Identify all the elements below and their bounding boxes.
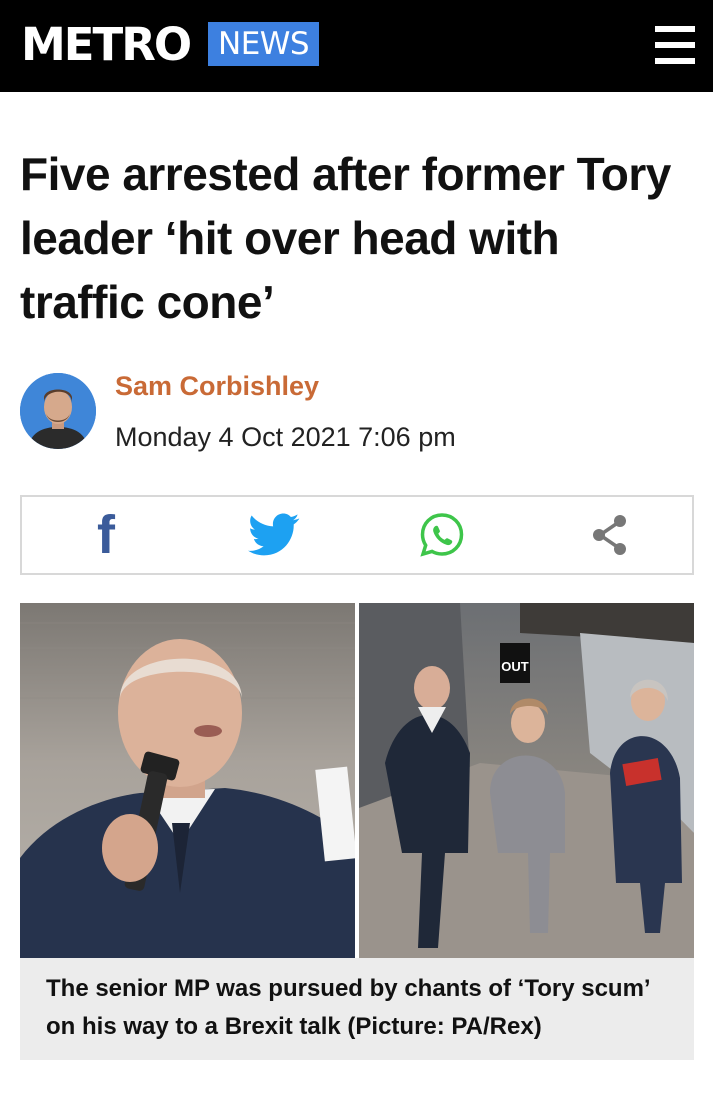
generic-share-button[interactable]	[550, 497, 670, 573]
facebook-share-button[interactable]: f	[46, 497, 166, 573]
author-photo	[20, 373, 96, 449]
article-photo-composite: OUT	[20, 603, 694, 958]
whatsapp-share-button[interactable]	[382, 497, 502, 573]
hamburger-menu-icon[interactable]	[655, 26, 695, 64]
share-icon	[593, 515, 626, 555]
metro-logo[interactable]: METRO	[21, 19, 192, 71]
twitter-share-button[interactable]	[214, 497, 334, 573]
section-badge-news[interactable]: NEWS	[208, 22, 320, 66]
publish-date: Monday 4 Oct 2021 7:06 pm	[115, 422, 456, 452]
article-headline: Five arrested after former Tory leader ‘…	[20, 148, 671, 328]
share-bar: f	[20, 495, 694, 575]
twitter-bird-icon	[248, 513, 300, 556]
author-name-link[interactable]: Sam Corbishley	[115, 368, 319, 404]
article-image[interactable]: OUT	[20, 603, 694, 958]
image-caption: The senior MP was pursued by chants of ‘…	[46, 975, 650, 1040]
protest-sign-text: OUT	[501, 659, 529, 674]
top-nav-bar: METRO NEWS	[0, 0, 713, 92]
image-caption-box: The senior MP was pursued by chants of ‘…	[20, 958, 694, 1060]
whatsapp-icon	[420, 513, 464, 557]
facebook-icon: f	[97, 505, 115, 565]
author-avatar[interactable]	[20, 373, 96, 449]
